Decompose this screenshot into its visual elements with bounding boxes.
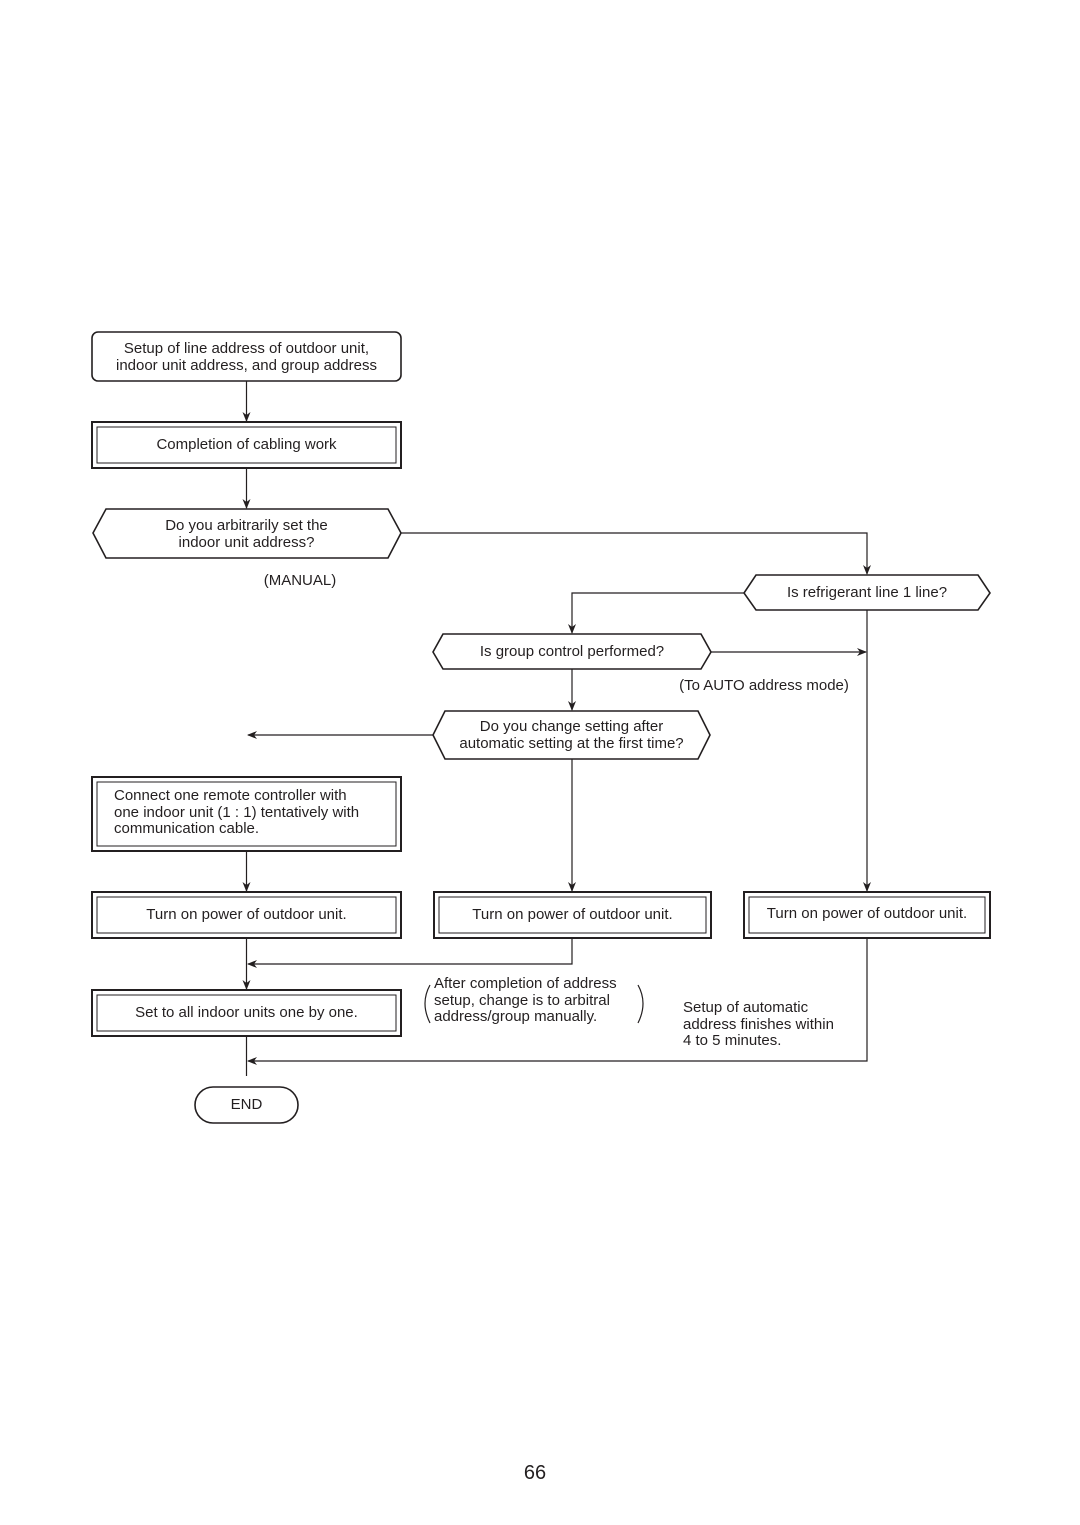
decision-group-text: Is group control performed? [479, 643, 665, 660]
arrow-refrigerant-to-group [568, 592, 744, 634]
decision-change-text: Do you change setting after automatic se… [433, 718, 710, 752]
decision-arbitrary-text: Do you arbitrarily set the indoor unit a… [92, 517, 401, 551]
end-label: END [230, 1096, 263, 1113]
note-auto-line: 4 to 5 minutes. [683, 1032, 782, 1049]
decision-arbitrary-line: indoor unit address? [178, 533, 315, 551]
start-box-text: Setup of line address of outdoor unit, i… [92, 340, 401, 374]
auto-mode-label: (To AUTO address mode) [679, 677, 849, 694]
power-box-2-text: Turn on power of outdoor unit. [472, 906, 673, 923]
power-box-1-text: Turn on power of outdoor unit. [146, 906, 347, 923]
cabling-box-text: Completion of cabling work [156, 436, 337, 453]
note-auto-line: Setup of automatic [683, 999, 809, 1016]
page-number: 66 [523, 1462, 547, 1484]
set-all-box-text: Set to all indoor units one by one. [135, 1004, 358, 1021]
start-box-line: indoor unit address, and group address [115, 356, 377, 374]
note-after-line: setup, change is to arbitral [434, 991, 610, 1009]
note-after-line: address/group manually. [434, 1008, 598, 1025]
note-after-completion: After completion of address setup, chang… [434, 975, 644, 1026]
connect-box-line: communication cable. [114, 820, 260, 837]
manual-label: (MANUAL) [263, 572, 337, 589]
flowchart-diagram [91, 331, 991, 1124]
note-auto-line: address finishes within [683, 1015, 834, 1033]
note-after-line: After completion of address [434, 975, 617, 992]
note-bracket-left [424, 984, 431, 1024]
start-box-line: Setup of line address of outdoor unit, [123, 340, 370, 357]
note-auto-setup: Setup of automatic address finishes with… [683, 999, 863, 1050]
connect-box-line: Connect one remote controller with [114, 787, 347, 804]
connect-box-line: one indoor unit (1 : 1) tentatively with [114, 803, 360, 821]
connect-box-text: Connect one remote controller with one i… [114, 787, 399, 838]
decision-refrigerant-text: Is refrigerant line 1 line? [786, 584, 948, 601]
power-box-3-text: Turn on power of outdoor unit. [766, 905, 968, 922]
arrow-power2-to-merge [247, 938, 573, 968]
decision-arbitrary-line: Do you arbitrarily set the [165, 517, 328, 534]
decision-change-line: Do you change setting after [479, 718, 664, 735]
decision-change-line: automatic setting at the first time? [459, 734, 684, 752]
arrow-arbitrary-to-refrigerant [401, 532, 871, 575]
